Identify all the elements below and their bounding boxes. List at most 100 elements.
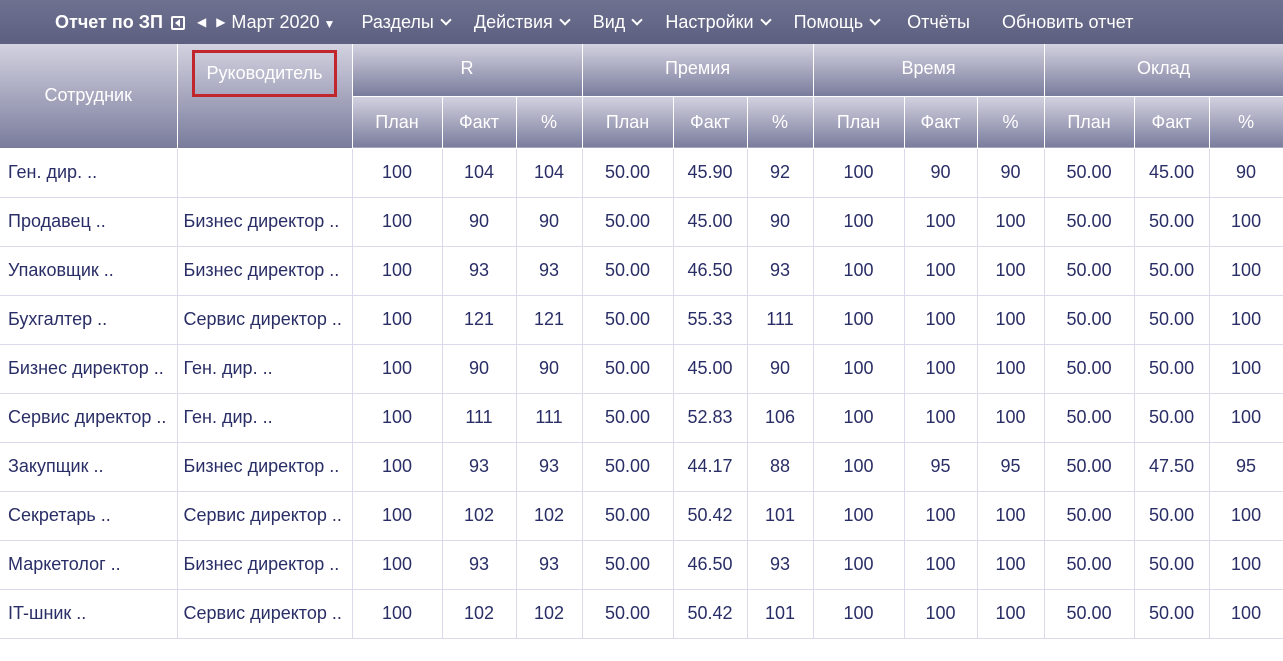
cell-value: 45.90 — [673, 148, 748, 198]
collapse-icon[interactable] — [170, 16, 185, 30]
col-employee[interactable]: Сотрудник — [0, 44, 178, 149]
cell-employee: Бухгалтер .. — [0, 295, 178, 345]
sub-plan[interactable]: План — [582, 96, 674, 149]
cell-value: 100 — [352, 442, 443, 492]
sub-fact[interactable]: Факт — [1134, 96, 1210, 149]
month-label: Март 2020 — [231, 11, 320, 32]
sub-percent[interactable]: % — [1209, 96, 1283, 149]
table-row[interactable]: Бизнес директор .. Ген. дир. .. 100 90 90 50.… — [0, 344, 1283, 394]
cell-value: 100 — [813, 197, 905, 247]
month-dropdown-icon: ▼ — [323, 16, 336, 31]
toolbar: Отчет по ЗП ◀ ▶ Март 2020 ▼ Разделы Дейст… — [0, 0, 1283, 44]
menu-view-label: Вид — [592, 11, 626, 32]
menu-settings[interactable]: Настройки — [665, 12, 772, 33]
cell-value: 90 — [516, 197, 583, 247]
cell-value: 101 — [747, 589, 814, 639]
cell-value: 50.00 — [1044, 148, 1135, 198]
cell-value: 50.00 — [1044, 197, 1135, 247]
refresh-report-button[interactable]: Обновить отчет — [1002, 12, 1133, 33]
cell-employee: Упаковщик .. — [0, 246, 178, 296]
cell-value: 100 — [813, 442, 905, 492]
cell-employee: Бизнес директор .. — [0, 344, 178, 394]
month-selector[interactable]: Март 2020 ▼ — [231, 12, 335, 33]
cell-value: 100 — [813, 344, 905, 394]
cell-value: 50.00 — [582, 442, 674, 492]
sub-plan[interactable]: План — [352, 96, 443, 149]
cell-manager: Бизнес директор .. — [177, 442, 353, 492]
cell-value: 100 — [1209, 393, 1283, 443]
table-row[interactable]: Ген. дир. .. 100 104 104 50.00 45.90 92 100 90 90… — [0, 148, 1283, 198]
sub-fact[interactable]: Факт — [442, 96, 517, 149]
cell-employee: Закупщик .. — [0, 442, 178, 492]
cell-value: 100 — [977, 589, 1045, 639]
cell-value: 45.00 — [673, 197, 748, 247]
cell-value: 50.00 — [1044, 295, 1135, 345]
group-r: R — [352, 44, 583, 97]
menu-view[interactable]: Вид — [592, 11, 643, 33]
menu-help[interactable]: Помощь — [794, 12, 881, 33]
cell-value: 90 — [442, 197, 517, 247]
table-row[interactable]: Закупщик .. Бизнес директор .. 100 93 93 50.0… — [0, 442, 1283, 492]
cell-manager: Сервис директор .. — [177, 491, 353, 541]
manager-header-label: Руководитель — [191, 50, 338, 97]
table-row[interactable]: Упаковщик .. Бизнес директор .. 100 93 93 50.… — [0, 246, 1283, 296]
chevron-down-icon — [869, 13, 881, 26]
cell-value: 100 — [352, 491, 443, 541]
cell-value: 100 — [977, 491, 1045, 541]
menu-sections-label: Разделы — [361, 11, 434, 32]
reports-link[interactable]: Отчёты — [907, 12, 970, 33]
col-manager[interactable]: Руководитель — [177, 44, 353, 149]
sub-fact[interactable]: Факт — [673, 96, 748, 149]
prev-month-icon[interactable]: ◀ — [197, 15, 206, 29]
cell-employee: Продавец .. — [0, 197, 178, 247]
cell-value: 50.00 — [1044, 442, 1135, 492]
cell-value: 92 — [747, 148, 814, 198]
next-month-icon[interactable]: ▶ — [216, 15, 225, 29]
table-row[interactable]: Бухгалтер .. Сервис директор .. 100 121 121 5… — [0, 295, 1283, 345]
menu-sections[interactable]: Разделы — [361, 11, 452, 33]
cell-value: 100 — [1209, 589, 1283, 639]
cell-value: 93 — [442, 540, 517, 590]
cell-value: 50.00 — [1044, 393, 1135, 443]
cell-value: 90 — [977, 148, 1045, 198]
cell-manager: Бизнес директор .. — [177, 540, 353, 590]
cell-value: 50.00 — [1134, 589, 1210, 639]
cell-value: 50.00 — [582, 589, 674, 639]
cell-manager: Бизнес директор .. — [177, 197, 353, 247]
cell-value: 100 — [1209, 344, 1283, 394]
cell-value: 95 — [1209, 442, 1283, 492]
cell-value: 100 — [813, 246, 905, 296]
cell-value: 50.00 — [582, 197, 674, 247]
cell-value: 106 — [747, 393, 814, 443]
cell-value: 100 — [352, 589, 443, 639]
table-row[interactable]: Маркетолог .. Бизнес директор .. 100 93 93 50… — [0, 540, 1283, 590]
sub-fact[interactable]: Факт — [904, 96, 978, 149]
sub-percent[interactable]: % — [747, 96, 814, 149]
cell-value: 111 — [442, 393, 517, 443]
chevron-down-icon — [759, 13, 772, 26]
cell-value: 45.00 — [673, 344, 748, 394]
table-row[interactable]: Секретарь .. Сервис директор .. 100 102 102 5… — [0, 491, 1283, 541]
cell-value: 50.00 — [1134, 246, 1210, 296]
salary-report-table: Сотрудник Руководитель R Премия Время Ок… — [0, 44, 1283, 639]
cell-manager — [177, 148, 353, 198]
cell-value: 90 — [516, 344, 583, 394]
sub-plan[interactable]: План — [813, 96, 905, 149]
cell-manager: Сервис директор .. — [177, 589, 353, 639]
sub-plan[interactable]: План — [1044, 96, 1135, 149]
sub-percent[interactable]: % — [977, 96, 1045, 149]
cell-employee: Сервис директор .. — [0, 393, 178, 443]
table-row[interactable]: Сервис директор .. Ген. дир. .. 100 111 111 5… — [0, 393, 1283, 443]
cell-value: 93 — [516, 540, 583, 590]
cell-value: 50.00 — [582, 491, 674, 541]
table-row[interactable]: IT-шник .. Сервис директор .. 100 102 102 50.… — [0, 589, 1283, 639]
cell-value: 50.00 — [1044, 246, 1135, 296]
table-row[interactable]: Продавец .. Бизнес директор .. 100 90 90 50.0… — [0, 197, 1283, 247]
sub-percent[interactable]: % — [516, 96, 583, 149]
cell-employee: Маркетолог .. — [0, 540, 178, 590]
cell-value: 100 — [904, 589, 978, 639]
cell-manager: Ген. дир. .. — [177, 393, 353, 443]
cell-value: 50.00 — [1044, 491, 1135, 541]
menu-actions-label: Действия — [473, 11, 553, 32]
menu-actions[interactable]: Действия — [473, 11, 571, 33]
